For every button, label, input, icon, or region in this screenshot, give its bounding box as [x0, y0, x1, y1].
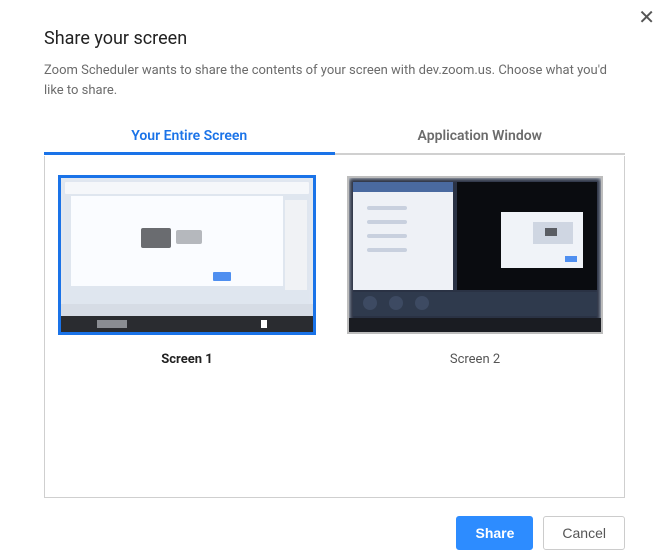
tab-application-window[interactable]: Application Window — [335, 118, 626, 155]
screen-option-1[interactable]: Screen 1 — [59, 176, 315, 367]
dialog-description: Zoom Scheduler wants to share the conten… — [44, 61, 625, 100]
share-screen-dialog: ✕ Share your screen Zoom Scheduler wants… — [0, 0, 669, 554]
dialog-actions: Share Cancel — [44, 516, 625, 550]
tab-bar: Your Entire Screen Application Window — [44, 118, 625, 156]
dialog-title: Share your screen — [44, 28, 625, 49]
tab-entire-screen[interactable]: Your Entire Screen — [44, 118, 335, 155]
close-icon[interactable]: ✕ — [638, 8, 655, 28]
screen-1-label: Screen 1 — [161, 352, 212, 367]
screen-2-label: Screen 2 — [450, 352, 500, 367]
share-button[interactable]: Share — [456, 516, 533, 550]
cancel-button[interactable]: Cancel — [543, 516, 625, 550]
screen-options-panel: Screen 1 Screen — [44, 156, 625, 498]
screen-1-thumbnail[interactable] — [59, 176, 315, 334]
screen-option-2[interactable]: Screen 2 — [347, 176, 603, 367]
screen-2-thumbnail[interactable] — [347, 176, 603, 334]
